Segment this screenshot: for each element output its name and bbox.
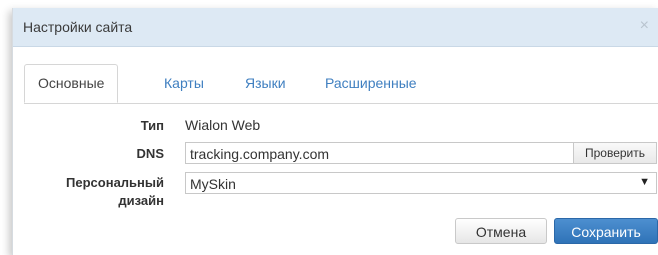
save-button[interactable]: Сохранить xyxy=(554,218,658,244)
cancel-button[interactable]: Отмена xyxy=(455,218,547,244)
tab-languages[interactable]: Языки xyxy=(232,65,299,102)
dns-input-value[interactable]: tracking.company.com xyxy=(190,146,329,162)
dns-input[interactable]: tracking.company.com Проверить xyxy=(185,142,657,164)
tab-advanced[interactable]: Расширенные xyxy=(312,65,430,102)
design-label-line2: дизайн xyxy=(118,193,164,208)
type-label: Тип xyxy=(140,118,164,133)
type-value: Wialon Web xyxy=(185,117,261,133)
chevron-down-icon: ▼ xyxy=(639,176,650,188)
tab-maps[interactable]: Карты xyxy=(151,65,217,102)
dns-label: DNS xyxy=(136,146,164,161)
design-select[interactable]: MySkin ▼ xyxy=(185,172,657,194)
close-icon[interactable]: × xyxy=(640,17,649,35)
design-label-line1: Персональный xyxy=(66,175,164,190)
dialog-title: Настройки сайта xyxy=(23,19,133,35)
design-select-value: MySkin xyxy=(190,176,236,192)
dialog-titlebar: Настройки сайта × xyxy=(13,8,658,47)
tab-general[interactable]: Основные xyxy=(24,64,119,103)
tab-bar: Основные Карты Языки Расширенные xyxy=(24,64,658,104)
site-settings-dialog: Настройки сайта × Основные Карты Языки Р… xyxy=(12,8,658,255)
check-dns-button[interactable]: Проверить xyxy=(573,143,656,163)
